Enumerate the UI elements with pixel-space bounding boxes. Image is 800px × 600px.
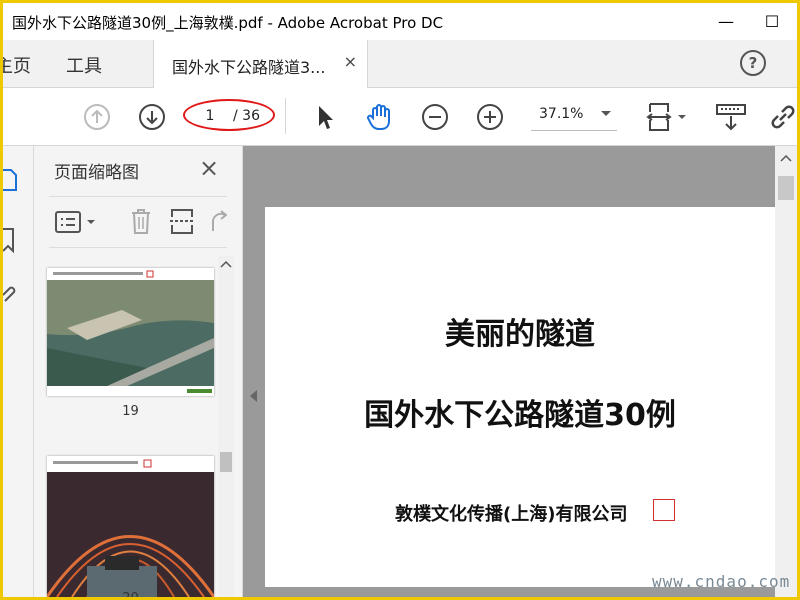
chevron-up-icon: [780, 154, 792, 162]
tunnel-lights-image: [45, 456, 216, 597]
zoom-in-icon: [477, 104, 503, 130]
thumbnail-caption: 20: [47, 591, 214, 597]
help-button[interactable]: ?: [740, 50, 766, 76]
window-title: 国外水下公路隧道30例_上海敦樸.pdf - Adobe Acrobat Pro…: [12, 14, 444, 32]
thumbnail-page-19[interactable]: [47, 268, 214, 396]
arrow-up-icon: [84, 104, 110, 130]
zoom-value: 37.1%: [539, 106, 584, 122]
scroll-mode-button[interactable]: [713, 101, 749, 133]
pdf-page: 美丽的隧道 国外水下公路隧道30例 敦樸文化传播(上海)有限公司: [265, 207, 775, 587]
tab-home[interactable]: 主页: [3, 52, 31, 78]
highlight-oval: [183, 99, 275, 131]
zoom-out-icon: [422, 104, 448, 130]
chevron-down-icon: [601, 111, 611, 116]
scrollbar-thumb[interactable]: [220, 452, 232, 472]
tab-bar: 主页 工具 国外水下公路隧道3... × ?: [3, 40, 797, 88]
hand-icon: [367, 104, 390, 130]
toolbar-divider: [285, 98, 286, 134]
fit-page-button[interactable]: [643, 101, 689, 133]
maximize-button[interactable]: ☐: [749, 3, 795, 40]
toolbar: 1 / 36 37.1%: [3, 88, 797, 146]
page-thumbnails-icon[interactable]: [3, 166, 17, 194]
chevron-up-icon: [220, 260, 232, 268]
document-title: 美丽的隧道: [445, 317, 595, 352]
zoom-dropdown[interactable]: 37.1%: [531, 102, 617, 131]
app-window: 国外水下公路隧道30例_上海敦樸.pdf - Adobe Acrobat Pro…: [3, 3, 797, 597]
fit-page-icon: [646, 103, 686, 131]
collapse-pane-icon[interactable]: [250, 390, 257, 402]
thumbnail-caption: 19: [122, 404, 139, 419]
pane-title: 页面缩略图: [54, 163, 139, 183]
previous-page-button[interactable]: [81, 101, 113, 133]
insert-page-icon[interactable]: [169, 207, 195, 235]
close-pane-button[interactable]: ×: [199, 154, 219, 182]
close-tab-button[interactable]: ×: [344, 52, 357, 71]
tab-tools[interactable]: 工具: [66, 52, 102, 78]
thumbnail-page-20[interactable]: [45, 456, 216, 597]
scroll-mode-icon: [716, 104, 746, 131]
rotate-icon[interactable]: [209, 207, 227, 235]
arrow-down-icon: [139, 104, 165, 130]
hand-tool-button[interactable]: [364, 101, 396, 133]
options-menu-icon[interactable]: [54, 210, 98, 234]
document-tab-label: 国外水下公路隧道3...: [172, 58, 326, 77]
attachment-icon[interactable]: [3, 281, 17, 309]
minimize-button[interactable]: —: [703, 3, 749, 40]
company-seal-icon: [653, 499, 675, 521]
select-arrow-icon: [319, 106, 333, 129]
scrollbar-thumb[interactable]: [778, 176, 794, 200]
next-page-button[interactable]: [136, 101, 168, 133]
company-name: 敦樸文化传播(上海)有限公司: [395, 504, 628, 525]
tunnel-aerial-image: [47, 268, 214, 396]
title-bar: 国外水下公路隧道30例_上海敦樸.pdf - Adobe Acrobat Pro…: [3, 3, 797, 40]
link-button[interactable]: [767, 101, 797, 133]
trash-icon[interactable]: [129, 207, 153, 235]
bookmark-icon[interactable]: [3, 226, 17, 254]
thumbnail-toolbar: [49, 196, 227, 248]
document-view: 美丽的隧道 国外水下公路隧道30例 敦樸文化传播(上海)有限公司: [243, 146, 797, 597]
watermark-text: www.cndao.com: [652, 572, 791, 591]
zoom-out-button[interactable]: [419, 101, 451, 133]
thumbnails-pane: 页面缩略图 × 19: [34, 146, 243, 597]
zoom-in-button[interactable]: [474, 101, 506, 133]
document-subtitle: 国外水下公路隧道30例: [364, 398, 676, 433]
tab-document[interactable]: 国外水下公路隧道3... ×: [153, 40, 368, 88]
document-scrollbar[interactable]: [775, 146, 797, 597]
link-icon: [771, 105, 795, 129]
thumbnail-scrollbar[interactable]: [218, 256, 234, 597]
left-icon-strip: [3, 146, 34, 597]
select-tool-button[interactable]: [309, 101, 341, 133]
